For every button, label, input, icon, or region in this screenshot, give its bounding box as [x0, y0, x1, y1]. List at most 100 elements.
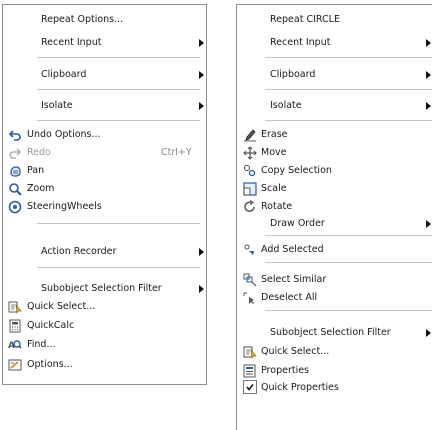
menu-item-properties[interactable]: Properties — [237, 362, 432, 380]
quick-properties-checkbox[interactable] — [243, 380, 257, 394]
pan-hand-icon — [10, 166, 21, 177]
scale-icon — [243, 182, 257, 196]
quick-select-icon — [8, 301, 22, 314]
menu-separator — [265, 262, 432, 263]
select-similar-icon — [243, 273, 257, 287]
menu-item-redo[interactable]: Redo Ctrl+Y — [3, 144, 206, 162]
menu-separator — [37, 267, 200, 268]
menu-item-steeringwheels[interactable]: SteeringWheels — [3, 198, 206, 216]
submenu-arrow-icon — [199, 39, 204, 47]
menu-item-erase[interactable]: Erase — [237, 126, 432, 144]
menu-item-recent-input[interactable]: Recent Input — [237, 34, 432, 52]
copy-icon — [243, 164, 256, 177]
menu-item-undo-options[interactable]: Undo Options... — [3, 126, 206, 144]
menu-separator — [37, 89, 200, 90]
move-icon — [243, 146, 257, 160]
menu-item-select-similar[interactable]: Select Similar — [237, 271, 432, 289]
context-menu-default: Repeat Options... Recent Input Clipboard… — [2, 4, 207, 385]
menu-item-label: Select Similar — [261, 274, 327, 285]
menu-item-options[interactable]: Options... — [3, 356, 206, 374]
menu-item-label: Draw Order — [270, 218, 325, 229]
menu-item-subobject-selection-filter[interactable]: Subobject Selection Filter — [237, 324, 432, 342]
menu-item-recent-input[interactable]: Recent Input — [3, 34, 206, 52]
menu-item-label: Isolate — [270, 100, 302, 111]
menu-item-label: Quick Select... — [261, 346, 330, 357]
menu-item-subobject-selection-filter[interactable]: Subobject Selection Filter — [3, 280, 206, 298]
menu-item-label: Deselect All — [261, 292, 318, 303]
menu-item-label: Add Selected — [261, 244, 324, 255]
menu-item-copy-selection[interactable]: Copy Selection — [237, 162, 432, 180]
redo-icon — [9, 148, 22, 159]
submenu-arrow-icon — [426, 220, 431, 228]
menu-item-quick-properties[interactable]: Quick Properties — [237, 379, 432, 397]
menu-item-move[interactable]: Move — [237, 144, 432, 162]
submenu-arrow-icon — [199, 71, 204, 79]
menu-item-label: Undo Options... — [27, 129, 101, 140]
submenu-arrow-icon — [199, 285, 204, 293]
menu-item-label: Repeat CIRCLE — [270, 14, 340, 25]
find-icon: A — [8, 340, 22, 351]
zoom-icon — [9, 183, 22, 196]
menu-item-label: Recent Input — [41, 37, 102, 48]
deselect-icon — [243, 292, 254, 304]
menu-item-zoom[interactable]: Zoom — [3, 180, 206, 198]
menu-separator — [37, 223, 200, 224]
submenu-arrow-icon — [426, 71, 431, 79]
menu-item-repeat-options[interactable]: Repeat Options... — [3, 11, 206, 29]
menu-item-label: Redo — [27, 147, 51, 158]
steering-wheel-icon — [8, 200, 22, 214]
rotate-icon — [244, 200, 255, 212]
quick-select-icon — [243, 346, 257, 359]
menu-item-quick-select[interactable]: Quick Select... — [3, 298, 206, 316]
undo-icon — [8, 130, 21, 141]
menu-item-label: Action Recorder — [41, 246, 117, 257]
menu-item-clipboard[interactable]: Clipboard — [3, 66, 206, 84]
menu-item-rotate[interactable]: Rotate — [237, 198, 432, 216]
menu-shortcut: Ctrl+Y — [161, 147, 192, 158]
menu-separator — [37, 120, 200, 121]
menu-item-quick-select[interactable]: Quick Select... — [237, 343, 432, 361]
menu-item-quickcalc[interactable]: QuickCalc — [3, 317, 206, 335]
menu-item-label: Erase — [261, 129, 288, 140]
menu-item-draw-order[interactable]: Draw Order — [237, 215, 432, 233]
menu-item-label: Repeat Options... — [41, 14, 124, 25]
menu-item-label: Zoom — [27, 183, 55, 194]
submenu-arrow-icon — [426, 102, 431, 110]
menu-item-label: Quick Properties — [261, 382, 339, 393]
menu-item-label: QuickCalc — [27, 320, 75, 331]
context-menu-edit: Repeat CIRCLE Recent Input Clipboard Iso… — [236, 4, 432, 430]
menu-separator — [265, 235, 432, 236]
menu-item-label: Rotate — [261, 201, 293, 212]
menu-item-label: Clipboard — [270, 69, 316, 80]
menu-item-isolate[interactable]: Isolate — [3, 97, 206, 115]
menu-item-add-selected[interactable]: Add Selected — [237, 241, 432, 259]
menu-item-label: Scale — [261, 183, 287, 194]
submenu-arrow-icon — [199, 102, 204, 110]
menu-item-label: Properties — [261, 365, 310, 376]
menu-item-isolate[interactable]: Isolate — [237, 97, 432, 115]
menu-item-label: Copy Selection — [261, 165, 332, 176]
menu-item-label: Clipboard — [41, 69, 87, 80]
menu-separator — [265, 89, 432, 90]
menu-item-action-recorder[interactable]: Action Recorder — [3, 243, 206, 261]
menu-item-repeat-circle[interactable]: Repeat CIRCLE — [237, 11, 432, 29]
properties-icon — [243, 364, 256, 378]
menu-item-find[interactable]: A Find... — [3, 336, 206, 354]
menu-item-label: Find... — [27, 339, 56, 350]
options-icon — [8, 359, 22, 371]
submenu-arrow-icon — [426, 39, 431, 47]
erase-pencil-icon — [244, 129, 256, 142]
menu-separator — [37, 57, 200, 58]
menu-item-pan[interactable]: Pan — [3, 162, 206, 180]
menu-item-deselect-all[interactable]: Deselect All — [237, 289, 432, 307]
menu-item-label: Subobject Selection Filter — [41, 283, 162, 294]
add-selected-icon — [244, 244, 254, 255]
menu-item-scale[interactable]: Scale — [237, 180, 432, 198]
menu-item-label: Options... — [27, 359, 73, 370]
menu-item-label: SteeringWheels — [27, 201, 102, 212]
checkmark-icon — [246, 384, 254, 391]
menu-item-clipboard[interactable]: Clipboard — [237, 66, 432, 84]
menu-item-label: Isolate — [41, 100, 73, 111]
submenu-arrow-icon — [426, 329, 431, 337]
menu-separator — [265, 120, 432, 121]
